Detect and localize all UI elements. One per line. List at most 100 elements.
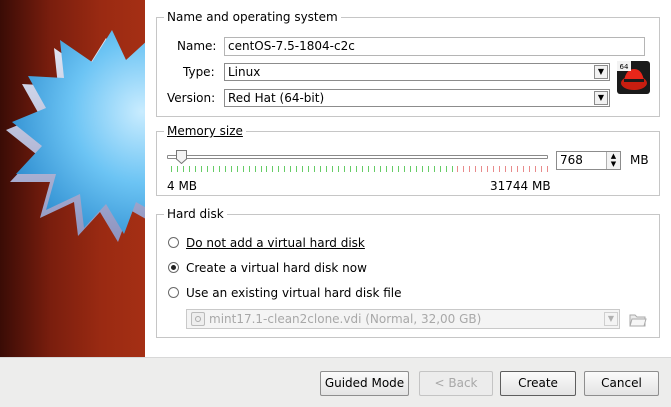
slider-tick — [284, 166, 285, 172]
slider-tick — [243, 166, 244, 172]
radio-label: Do not add a virtual hard disk — [186, 236, 365, 250]
slider-tick — [517, 166, 518, 172]
type-select[interactable]: Linux ▼ — [224, 63, 610, 81]
slider-tick — [350, 166, 351, 172]
memory-group: Memory size 4 MB 31744 MB 768 ▲ ▼ MB — [156, 123, 660, 196]
folder-open-icon[interactable] — [629, 312, 647, 328]
spin-down-icon[interactable]: ▼ — [607, 160, 620, 168]
slider-tick — [362, 166, 363, 172]
memory-min-label: 4 MB — [167, 179, 198, 193]
slider-tick — [320, 166, 321, 172]
slider-tick — [183, 166, 184, 172]
guided-mode-button[interactable]: Guided Mode — [320, 371, 409, 396]
slider-tick — [380, 166, 381, 172]
slider-tick — [219, 166, 220, 172]
slider-tick — [457, 166, 458, 172]
radio-existing-disk[interactable]: Use an existing virtual hard disk file — [168, 285, 468, 301]
spin-up-icon[interactable]: ▲ — [607, 152, 620, 160]
wizard-content: Name and operating system Name: centOS-7… — [145, 0, 671, 357]
wizard-side-image — [0, 0, 145, 357]
existing-disk-select[interactable]: mint17.1-clean2clone.vdi (Normal, 32,00 … — [186, 309, 620, 329]
name-label: Name: — [177, 39, 217, 53]
back-button[interactable]: < Back — [419, 371, 493, 396]
slider-tick — [404, 166, 405, 172]
slider-tick — [493, 166, 494, 172]
starburst-icon — [6, 30, 145, 242]
slider-tick — [171, 166, 172, 172]
slider-tick — [255, 166, 256, 172]
memory-slider-track[interactable] — [167, 155, 548, 159]
slider-tick — [398, 166, 399, 172]
name-value: centOS-7.5-1804-c2c — [228, 39, 355, 53]
slider-tick — [392, 166, 393, 172]
slider-tick — [535, 166, 536, 172]
radio-button[interactable] — [168, 237, 179, 248]
slider-tick — [308, 166, 309, 172]
slider-tick — [475, 166, 476, 172]
slider-tick — [529, 166, 530, 172]
memory-spinbox[interactable]: 768 ▲ ▼ — [556, 151, 621, 170]
radio-no-disk[interactable]: Do not add a virtual hard disk — [168, 235, 468, 251]
version-select[interactable]: Red Hat (64-bit) ▼ — [224, 89, 610, 107]
slider-tick — [290, 166, 291, 172]
radio-label: Use an existing virtual hard disk file — [186, 286, 402, 300]
chevron-down-icon[interactable]: ▼ — [594, 91, 608, 105]
slider-tick — [314, 166, 315, 172]
hard-disk-legend: Hard disk — [164, 206, 227, 222]
slider-tick — [207, 166, 208, 172]
slider-tick — [386, 166, 387, 172]
slider-tick — [177, 166, 178, 172]
slider-tick — [368, 166, 369, 172]
radio-create-disk[interactable]: Create a virtual hard disk now — [168, 260, 468, 276]
slider-tick — [434, 166, 435, 172]
hard-disk-group: Hard disk Do not add a virtual hard disk… — [156, 206, 660, 338]
radio-label: Create a virtual hard disk now — [186, 261, 367, 275]
memory-slider-thumb[interactable] — [176, 150, 187, 165]
radio-button[interactable] — [168, 287, 179, 298]
chevron-down-icon[interactable]: ▼ — [604, 312, 618, 326]
slider-tick — [523, 166, 524, 172]
disk-file-icon — [191, 312, 205, 326]
memory-legend: Memory size — [164, 123, 246, 139]
slider-tick — [547, 166, 548, 172]
name-os-group: Name and operating system Name: centOS-7… — [156, 9, 660, 117]
slider-tick — [237, 166, 238, 172]
version-value: Red Hat (64-bit) — [228, 91, 325, 105]
create-button[interactable]: Create — [500, 371, 576, 396]
name-os-legend: Name and operating system — [164, 9, 341, 25]
slider-tick — [416, 166, 417, 172]
slider-tick — [302, 166, 303, 172]
slider-tick — [344, 166, 345, 172]
slider-tick — [332, 166, 333, 172]
slider-tick — [428, 166, 429, 172]
slider-tick — [225, 166, 226, 172]
slider-tick — [499, 166, 500, 172]
slider-tick — [189, 166, 190, 172]
slider-tick — [481, 166, 482, 172]
version-label: Version: — [167, 91, 216, 105]
slider-tick — [469, 166, 470, 172]
slider-tick — [326, 166, 327, 172]
slider-tick — [261, 166, 262, 172]
slider-tick — [231, 166, 232, 172]
redhat-64bit-icon: 64 — [617, 61, 650, 94]
slider-tick — [446, 166, 447, 172]
chevron-down-icon[interactable]: ▼ — [594, 65, 608, 79]
name-field[interactable]: centOS-7.5-1804-c2c — [224, 37, 645, 56]
badge-64-label: 64 — [620, 63, 629, 71]
slider-tick — [440, 166, 441, 172]
slider-tick — [195, 166, 196, 172]
radio-button[interactable] — [168, 262, 179, 273]
cancel-button[interactable]: Cancel — [584, 371, 659, 396]
slider-tick — [452, 166, 453, 172]
wizard-footer: Guided Mode < Back Create Cancel — [0, 357, 671, 407]
slider-tick — [249, 166, 250, 172]
type-value: Linux — [228, 65, 261, 79]
memory-slider-ticks — [171, 166, 548, 172]
slider-tick — [541, 166, 542, 172]
slider-tick — [463, 166, 464, 172]
slider-tick — [296, 166, 297, 172]
slider-tick — [410, 166, 411, 172]
slider-tick — [422, 166, 423, 172]
memory-value: 768 — [560, 153, 583, 167]
